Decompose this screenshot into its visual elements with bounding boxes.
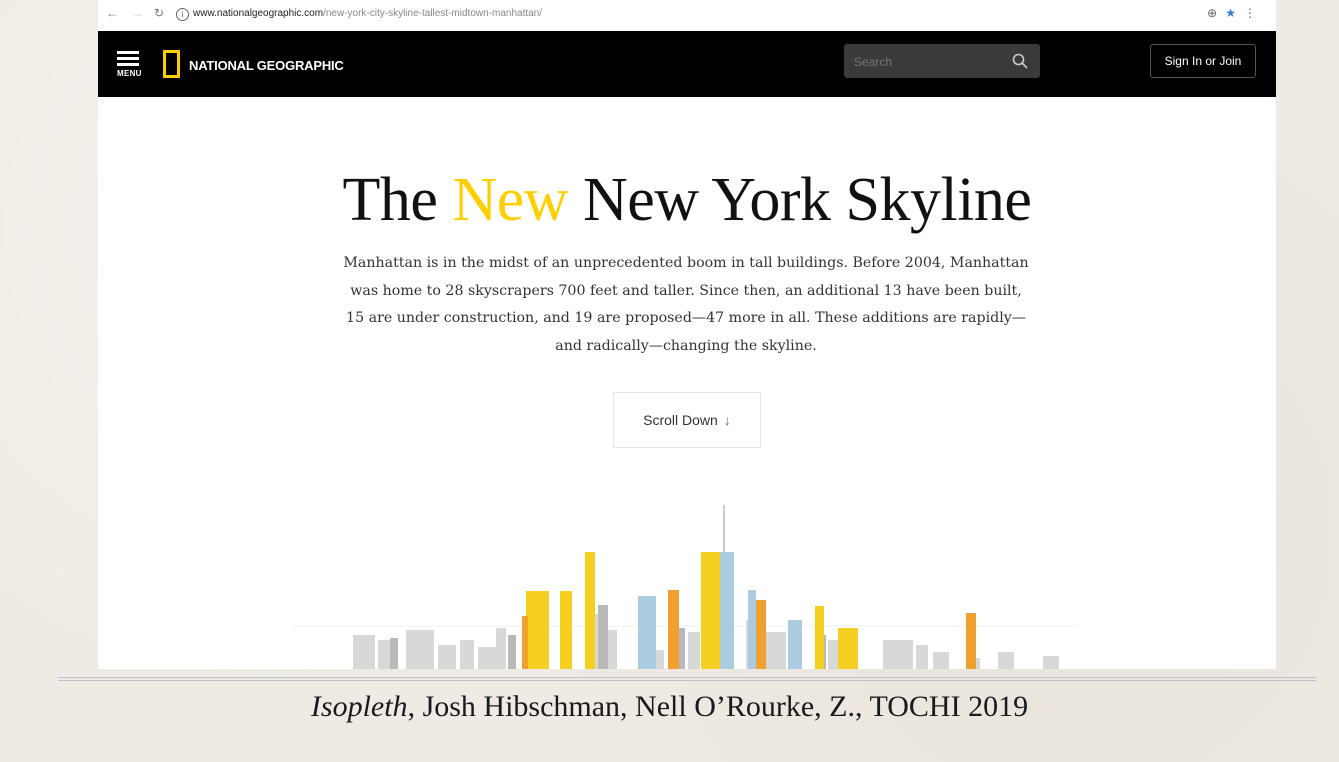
- scroll-down-button[interactable]: Scroll Down ↓: [613, 392, 761, 448]
- slide-caption: Isopleth, Josh Hibschman, Nell O’Rourke,…: [0, 690, 1339, 724]
- down-arrow-icon: ↓: [723, 412, 731, 428]
- back-arrow-icon[interactable]: ←: [106, 6, 118, 20]
- caption-rest: , Josh Hibschman, Nell O’Rourke, Z., TOC…: [407, 690, 1029, 723]
- menu-label: MENU: [117, 69, 142, 78]
- caption-title: Isopleth: [310, 690, 408, 723]
- menu-bar: [117, 63, 139, 66]
- search-input[interactable]: [844, 44, 1006, 80]
- site-header: MENU NATIONAL GEOGRAPHIC Sign In or Join: [98, 31, 1276, 97]
- url-path: /new-york-city-skyline-tallest-midtown-m…: [323, 8, 543, 19]
- menu-bar: [117, 51, 139, 54]
- menu-button[interactable]: MENU: [117, 51, 149, 81]
- skyline-illustration: [293, 505, 1078, 669]
- address-bar-actions: ⊕ ★ ⋮: [1207, 6, 1256, 20]
- browser-window: ← → ↻ i www.nationalgeographic.com/new-y…: [98, 0, 1276, 669]
- menu-bar: [117, 57, 139, 60]
- scroll-down-label: Scroll Down: [643, 412, 718, 428]
- url-host: www.nationalgeographic.com: [193, 8, 324, 19]
- caption-divider: [58, 677, 1316, 678]
- natgeo-logo-icon[interactable]: [163, 50, 180, 78]
- search-icon[interactable]: [1012, 53, 1028, 69]
- page-title: The New New York Skyline: [98, 165, 1276, 236]
- address-bar: ← → ↻ i www.nationalgeographic.com/new-y…: [98, 0, 1276, 32]
- zoom-icon[interactable]: ⊕: [1207, 6, 1217, 20]
- title-accent: New: [452, 166, 569, 234]
- logo-text[interactable]: NATIONAL GEOGRAPHIC: [189, 58, 344, 73]
- caption-divider: [58, 680, 1316, 681]
- title-part-1: The: [342, 166, 453, 234]
- bookmark-star-icon[interactable]: ★: [1225, 6, 1236, 20]
- title-part-2: New York Skyline: [568, 166, 1032, 234]
- reload-icon[interactable]: ↻: [154, 6, 164, 20]
- search-box[interactable]: [844, 44, 1040, 80]
- intro-paragraph: Manhattan is in the midst of an unpreced…: [343, 255, 1029, 354]
- url-field[interactable]: www.nationalgeographic.com/new-york-city…: [193, 8, 542, 19]
- forward-arrow-icon[interactable]: →: [131, 6, 143, 20]
- info-icon[interactable]: i: [176, 8, 189, 21]
- more-options-icon[interactable]: ⋮: [1244, 6, 1256, 20]
- sign-in-button[interactable]: Sign In or Join: [1150, 44, 1256, 78]
